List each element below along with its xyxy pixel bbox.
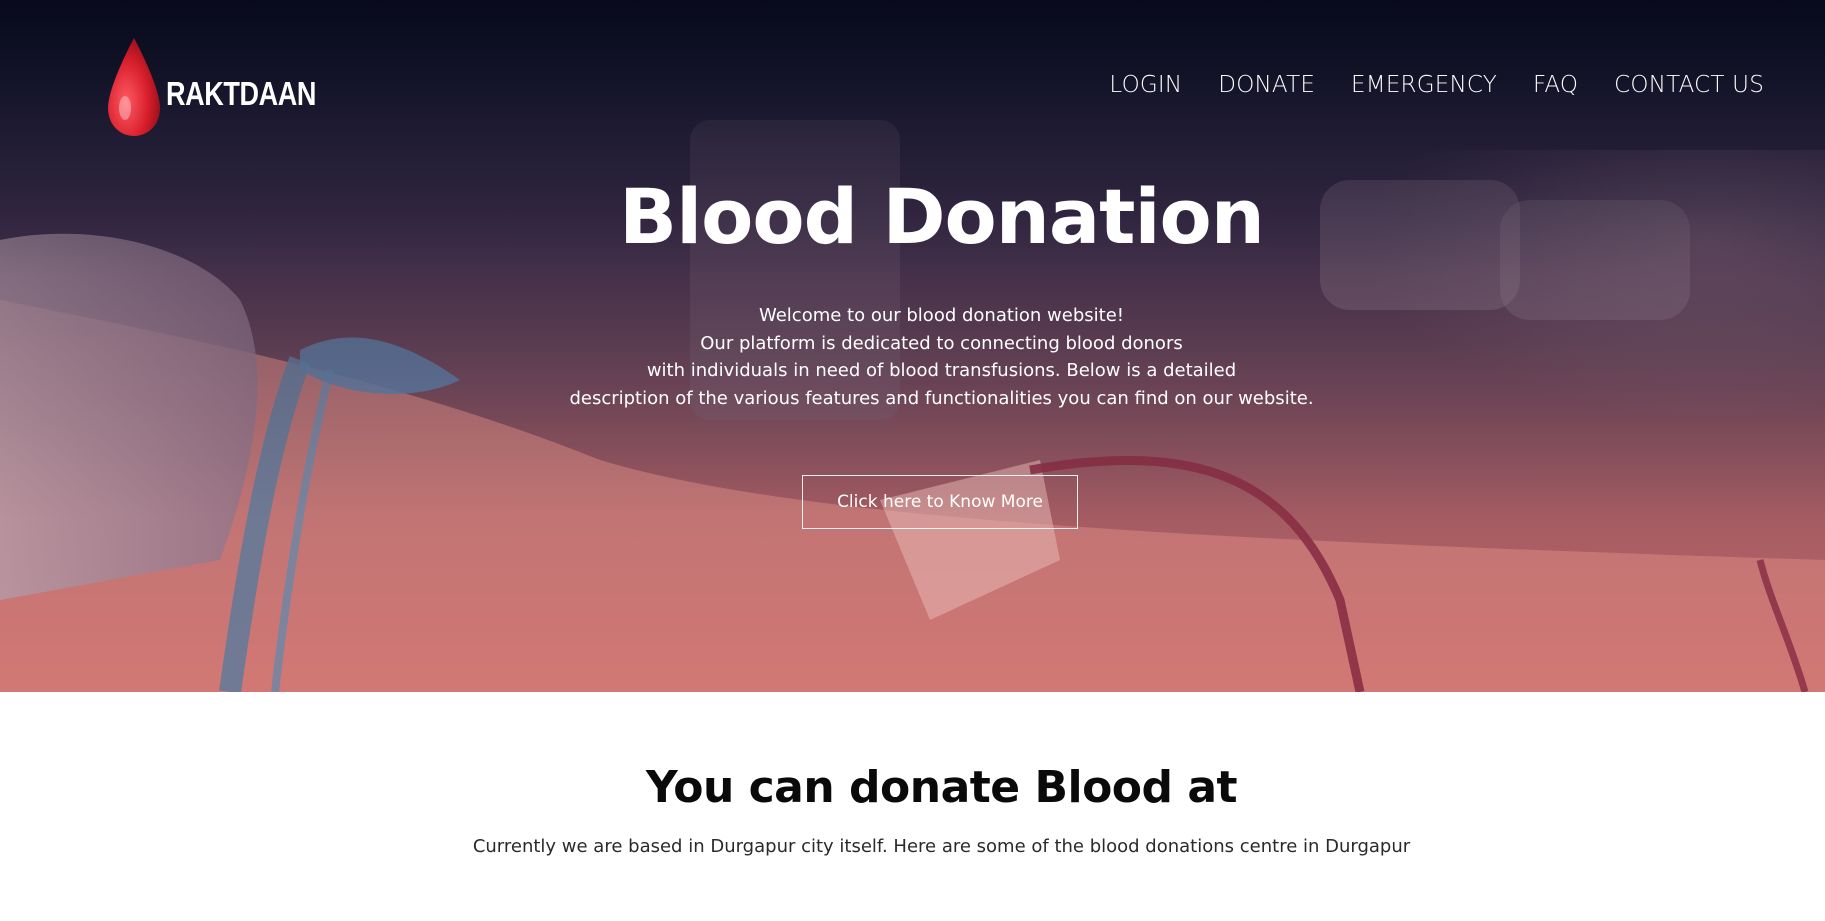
nav-emergency[interactable]: EMERGENCY xyxy=(1351,72,1497,98)
nav-contact-us[interactable]: CONTACT US xyxy=(1614,72,1764,98)
blood-drop-icon xyxy=(104,36,164,144)
hero-description: Welcome to our blood donation website! O… xyxy=(0,302,1825,412)
nav-login[interactable]: LOGIN xyxy=(1109,72,1182,98)
hero-section: RAKTDAAN LOGIN DONATE EMERGENCY FAQ CONT… xyxy=(0,0,1825,692)
brand-name: RAKTDAAN xyxy=(166,75,317,112)
nav-menu: LOGIN DONATE EMERGENCY FAQ CONTACT US xyxy=(1109,72,1764,98)
hero-description-line: Our platform is dedicated to connecting … xyxy=(700,332,1183,354)
section-subtitle: Currently we are based in Durgapur city … xyxy=(472,836,1411,857)
know-more-button[interactable]: Click here to Know More xyxy=(802,475,1078,529)
nav-faq[interactable]: FAQ xyxy=(1533,72,1578,98)
section-title: You can donate Blood at xyxy=(645,762,1238,813)
donate-locations-section: You can donate Blood at Currently we are… xyxy=(0,692,1825,921)
hero-description-line: description of the various features and … xyxy=(569,387,1314,409)
hero-title: Blood Donation xyxy=(619,172,1265,261)
hero-description-line: with individuals in need of blood transf… xyxy=(646,360,1237,381)
nav-donate[interactable]: DONATE xyxy=(1218,72,1315,98)
logo[interactable]: RAKTDAAN xyxy=(104,36,349,144)
hero-description-line: Welcome to our blood donation website! xyxy=(758,305,1125,326)
navbar: RAKTDAAN LOGIN DONATE EMERGENCY FAQ CONT… xyxy=(0,0,1825,180)
